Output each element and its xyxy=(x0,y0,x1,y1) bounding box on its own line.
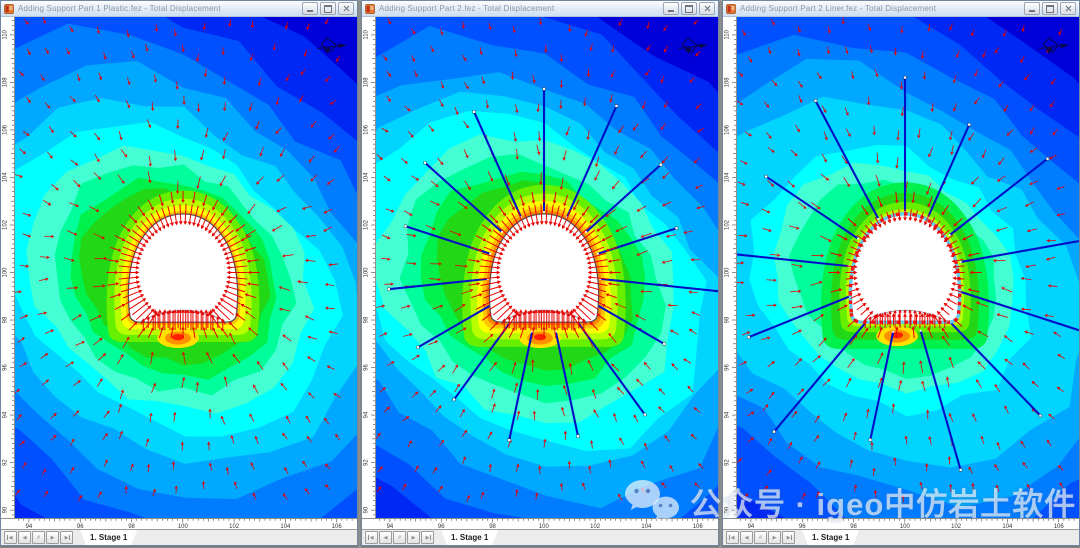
svg-text:92: 92 xyxy=(2,459,8,466)
vertical-ruler: 110 108 106 104 102 100 98 96 94 92 90 xyxy=(1,17,15,518)
svg-text:108: 108 xyxy=(724,77,730,88)
minimize-button[interactable] xyxy=(302,2,318,15)
stage-tab-bar: ◀◀#▶▶ 1. Stage 1 xyxy=(362,529,718,545)
model-view-canvas[interactable] xyxy=(376,17,718,518)
svg-text:94: 94 xyxy=(724,411,730,418)
minimize-icon xyxy=(1029,10,1035,12)
next-stage-button[interactable]: ▶ xyxy=(407,531,420,544)
last-stage-button[interactable]: ▶ xyxy=(421,531,434,544)
restore-button[interactable] xyxy=(1042,2,1058,15)
window-title: Adding Support Part 2.fez - Total Displa… xyxy=(379,1,659,16)
svg-text:110: 110 xyxy=(724,29,730,39)
stage-list-button[interactable]: # xyxy=(754,531,767,544)
model-view-canvas[interactable] xyxy=(737,17,1079,518)
document-window-2: Adding Support Part 2.fez - Total Displa… xyxy=(361,0,719,546)
stage-list-button[interactable]: # xyxy=(32,531,45,544)
svg-text:94: 94 xyxy=(363,411,369,418)
svg-text:106: 106 xyxy=(363,124,369,135)
minimize-button[interactable] xyxy=(1024,2,1040,15)
vertical-ruler: 110 108 106 104 102 100 98 96 94 92 90 xyxy=(362,17,376,518)
horizontal-ruler: 949698100102104106 xyxy=(1,518,357,529)
svg-text:98: 98 xyxy=(724,316,730,323)
next-stage-button[interactable]: ▶ xyxy=(768,531,781,544)
close-button[interactable] xyxy=(338,2,354,15)
restore-icon xyxy=(324,5,332,13)
minimize-button[interactable] xyxy=(663,2,679,15)
svg-text:92: 92 xyxy=(724,459,730,466)
svg-text:94: 94 xyxy=(2,411,8,418)
model-view-canvas[interactable] xyxy=(15,17,357,518)
stage-list-button[interactable]: # xyxy=(393,531,406,544)
restore-button[interactable] xyxy=(681,2,697,15)
svg-text:104: 104 xyxy=(363,172,369,183)
close-button[interactable] xyxy=(1060,2,1076,15)
svg-text:102: 102 xyxy=(2,219,8,230)
horizontal-ruler: 949698100102104106 xyxy=(362,518,718,529)
svg-text:106: 106 xyxy=(2,124,8,135)
svg-text:96: 96 xyxy=(2,364,8,371)
svg-text:90: 90 xyxy=(2,506,8,513)
next-stage-button[interactable]: ▶ xyxy=(46,531,59,544)
stage-tab[interactable]: 1. Stage 1 xyxy=(802,530,859,545)
last-stage-button[interactable]: ▶ xyxy=(782,531,795,544)
first-stage-button[interactable]: ◀ xyxy=(4,531,17,544)
vertical-ruler: 110 108 106 104 102 100 98 96 94 92 90 xyxy=(723,17,737,518)
svg-text:92: 92 xyxy=(363,459,369,466)
svg-text:96: 96 xyxy=(724,364,730,371)
rs2-file-icon xyxy=(726,4,736,14)
window-titlebar[interactable]: Adding Support Part 2.fez - Total Displa… xyxy=(362,1,718,17)
minimize-icon xyxy=(307,10,313,12)
svg-text:102: 102 xyxy=(363,219,369,230)
first-stage-button[interactable]: ◀ xyxy=(726,531,739,544)
svg-text:90: 90 xyxy=(363,506,369,513)
previous-stage-button[interactable]: ◀ xyxy=(740,531,753,544)
svg-text:104: 104 xyxy=(724,172,730,183)
stage-tab-bar: ◀◀#▶▶ 1. Stage 1 xyxy=(723,529,1079,545)
svg-text:100: 100 xyxy=(2,267,8,278)
previous-stage-button[interactable]: ◀ xyxy=(379,531,392,544)
close-icon xyxy=(343,5,350,12)
stage-nav-buttons: ◀◀#▶▶ xyxy=(726,530,795,545)
document-window-3: Adding Support Part 2 Liner.fez - Total … xyxy=(722,0,1080,546)
svg-text:106: 106 xyxy=(724,124,730,135)
document-window-1: Adding Support Part 1 Plastic.fez - Tota… xyxy=(0,0,358,546)
svg-text:100: 100 xyxy=(724,267,730,278)
window-titlebar[interactable]: Adding Support Part 2 Liner.fez - Total … xyxy=(723,1,1079,17)
close-icon xyxy=(1065,5,1072,12)
first-stage-button[interactable]: ◀ xyxy=(365,531,378,544)
stage-nav-buttons: ◀◀#▶▶ xyxy=(365,530,434,545)
svg-text:98: 98 xyxy=(363,316,369,323)
svg-text:90: 90 xyxy=(724,506,730,513)
restore-button[interactable] xyxy=(320,2,336,15)
rs2-file-icon xyxy=(4,4,14,14)
svg-text:102: 102 xyxy=(724,219,730,230)
close-button[interactable] xyxy=(699,2,715,15)
previous-stage-button[interactable]: ◀ xyxy=(18,531,31,544)
svg-text:110: 110 xyxy=(2,29,8,39)
stage-nav-buttons: ◀◀#▶▶ xyxy=(4,530,73,545)
svg-text:108: 108 xyxy=(2,77,8,88)
restore-icon xyxy=(1046,5,1054,13)
close-icon xyxy=(704,5,711,12)
stage-tab[interactable]: 1. Stage 1 xyxy=(80,530,137,545)
window-titlebar[interactable]: Adding Support Part 1 Plastic.fez - Tota… xyxy=(1,1,357,17)
rs2-file-icon xyxy=(365,4,375,14)
restore-icon xyxy=(685,5,693,13)
stage-tab-bar: ◀◀#▶▶ 1. Stage 1 xyxy=(1,529,357,545)
stage-tab[interactable]: 1. Stage 1 xyxy=(441,530,498,545)
svg-text:110: 110 xyxy=(363,29,369,39)
last-stage-button[interactable]: ▶ xyxy=(60,531,73,544)
horizontal-ruler: 949698100102104106 xyxy=(723,518,1079,529)
svg-text:104: 104 xyxy=(2,172,8,183)
svg-text:98: 98 xyxy=(2,316,8,323)
window-title: Adding Support Part 2 Liner.fez - Total … xyxy=(740,1,1020,16)
svg-text:100: 100 xyxy=(363,267,369,278)
svg-text:96: 96 xyxy=(363,364,369,371)
minimize-icon xyxy=(668,10,674,12)
window-title: Adding Support Part 1 Plastic.fez - Tota… xyxy=(18,1,298,16)
svg-text:108: 108 xyxy=(363,77,369,88)
